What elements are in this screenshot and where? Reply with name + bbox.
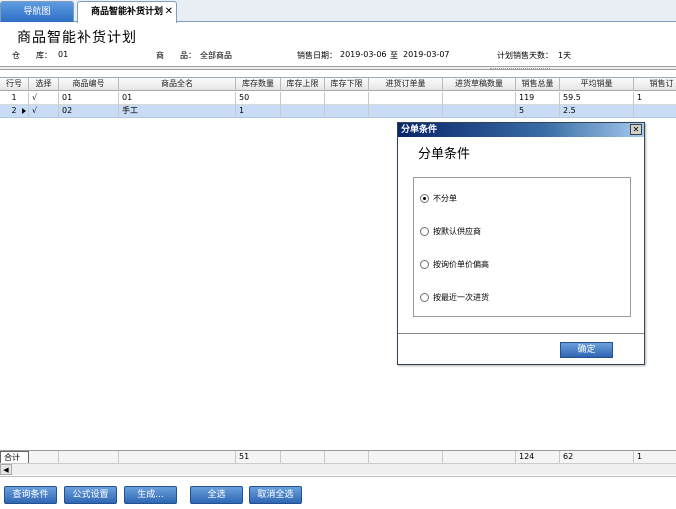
col-header-code[interactable]: 商品编号	[59, 78, 119, 91]
cell-upper	[281, 105, 325, 118]
cell-name: 手工	[119, 105, 236, 118]
warehouse-label: 仓 库：	[12, 51, 52, 60]
cell-sales-total: 5	[516, 105, 560, 118]
plan-days-value: 1天	[558, 51, 572, 60]
col-header-name[interactable]: 商品全名	[119, 78, 236, 91]
cell-code: 02	[59, 105, 119, 118]
col-header-avg-sales[interactable]: 平均销量	[560, 78, 634, 91]
splitter-grip[interactable]	[490, 68, 550, 70]
tab-label: 导航图	[23, 7, 51, 17]
option-last-purchase[interactable]: 按最近一次进货	[420, 292, 489, 304]
col-header-lower[interactable]: 库存下限	[325, 78, 369, 91]
sales-date-label: 销售日期：	[297, 51, 337, 60]
bottom-toolbar: 查询条件 公式设置 生成... 全选 取消全选	[0, 476, 676, 509]
cell-stock: 50	[236, 92, 281, 105]
option-label: 不分单	[433, 194, 457, 203]
dialog-heading: 分单条件	[418, 147, 471, 162]
cell-row-no: 1	[0, 92, 29, 105]
filter-summary: 仓 库： 01 商 品： 全部商品 销售日期： 2019-03-06 至 201…	[0, 50, 676, 64]
radio-icon[interactable]	[420, 227, 429, 236]
close-icon[interactable]: ✕	[630, 124, 642, 135]
dialog-divider	[398, 333, 644, 334]
generate-button[interactable]: 生成...	[124, 486, 177, 504]
option-label: 按最近一次进货	[433, 293, 489, 302]
col-header-sales-total[interactable]: 销售总量	[516, 78, 560, 91]
option-default-supplier[interactable]: 按默认供应商	[420, 226, 481, 238]
col-header-sales-order[interactable]: 销售订	[634, 78, 676, 91]
col-header-upper[interactable]: 库存上限	[281, 78, 325, 91]
ok-button[interactable]: 确定	[560, 342, 613, 358]
radio-icon[interactable]	[420, 293, 429, 302]
cell-avg-sales: 2.5	[560, 105, 634, 118]
close-icon[interactable]: ✕	[165, 2, 173, 22]
tab-label: 商品智能补货计划	[90, 7, 163, 17]
plan-days-label: 计划销售天数：	[497, 51, 553, 60]
splitter[interactable]	[0, 66, 676, 70]
totals-row: 合计 51 124 62 1	[0, 450, 676, 464]
cell-lower	[325, 105, 369, 118]
cell-sales-order	[634, 105, 676, 118]
scroll-left-icon[interactable]: ◀	[0, 464, 12, 475]
radio-selected-icon[interactable]	[420, 194, 429, 203]
row-pointer-icon	[22, 108, 26, 114]
col-header-draft-qty[interactable]: 进货草稿数量	[443, 78, 516, 91]
horizontal-scrollbar[interactable]: ◀	[0, 463, 676, 475]
date-separator: 至	[390, 51, 398, 60]
dialog-titlebar[interactable]: 分单条件 ✕	[398, 123, 644, 137]
cell-draft-qty	[443, 92, 516, 105]
cell-code: 01	[59, 92, 119, 105]
cell-order-qty	[369, 105, 443, 118]
table-row[interactable]: 1 √ 01 01 50 119 59.5 1	[0, 92, 676, 105]
query-conditions-button[interactable]: 查询条件	[4, 486, 57, 504]
warehouse-value: 01	[58, 50, 69, 59]
cell-lower	[325, 92, 369, 105]
goods-label: 商 品：	[156, 51, 196, 60]
cell-sales-total: 119	[516, 92, 560, 105]
grid-header: 行号 选择 商品编号 商品全名 库存数量 库存上限 库存下限 进货订单量 进货草…	[0, 78, 676, 91]
cell-stock: 1	[236, 105, 281, 118]
col-header-order-qty[interactable]: 进货订单量	[369, 78, 443, 91]
row-number: 2	[11, 106, 17, 115]
split-conditions-dialog: 分单条件 ✕ 分单条件 不分单 按默认供应商 按询价单价偏高 按最近一次进货 确…	[397, 122, 645, 365]
cell-order-qty	[369, 92, 443, 105]
radio-icon[interactable]	[420, 260, 429, 269]
col-header-select[interactable]: 选择	[29, 78, 59, 91]
cell-select-checkbox[interactable]: √	[29, 105, 59, 118]
cell-draft-qty	[443, 105, 516, 118]
sales-date-to: 2019-03-07	[403, 50, 450, 59]
cell-sales-order: 1	[634, 92, 676, 105]
select-all-button[interactable]: 全选	[190, 486, 243, 504]
split-options-group: 不分单 按默认供应商 按询价单价偏高 按最近一次进货	[413, 177, 631, 317]
col-header-row-no[interactable]: 行号	[0, 78, 29, 91]
cell-avg-sales: 59.5	[560, 92, 634, 105]
dialog-title: 分单条件	[401, 125, 438, 135]
table-row-selected[interactable]: 2 √ 02 手工 1 5 2.5	[0, 105, 676, 118]
sales-date-from: 2019-03-06	[340, 50, 387, 59]
cell-row-no: 2	[0, 105, 29, 118]
option-label: 按询价单价偏高	[433, 260, 489, 269]
option-no-split[interactable]: 不分单	[420, 193, 457, 205]
col-header-stock[interactable]: 库存数量	[236, 78, 281, 91]
goods-value: 全部商品	[200, 51, 232, 60]
cell-upper	[281, 92, 325, 105]
page-title: 商品智能补货计划	[17, 30, 137, 46]
option-label: 按默认供应商	[433, 227, 481, 236]
option-inquiry-price[interactable]: 按询价单价偏高	[420, 259, 489, 271]
cell-name: 01	[119, 92, 236, 105]
cell-select-checkbox[interactable]: √	[29, 92, 59, 105]
formula-settings-button[interactable]: 公式设置	[64, 486, 117, 504]
tab-replenishment-plan[interactable]: 商品智能补货计划 ✕	[77, 1, 177, 23]
tab-navigation[interactable]: 导航图	[0, 1, 74, 22]
tab-strip: 导航图 商品智能补货计划 ✕	[0, 0, 676, 23]
deselect-all-button[interactable]: 取消全选	[249, 486, 302, 504]
